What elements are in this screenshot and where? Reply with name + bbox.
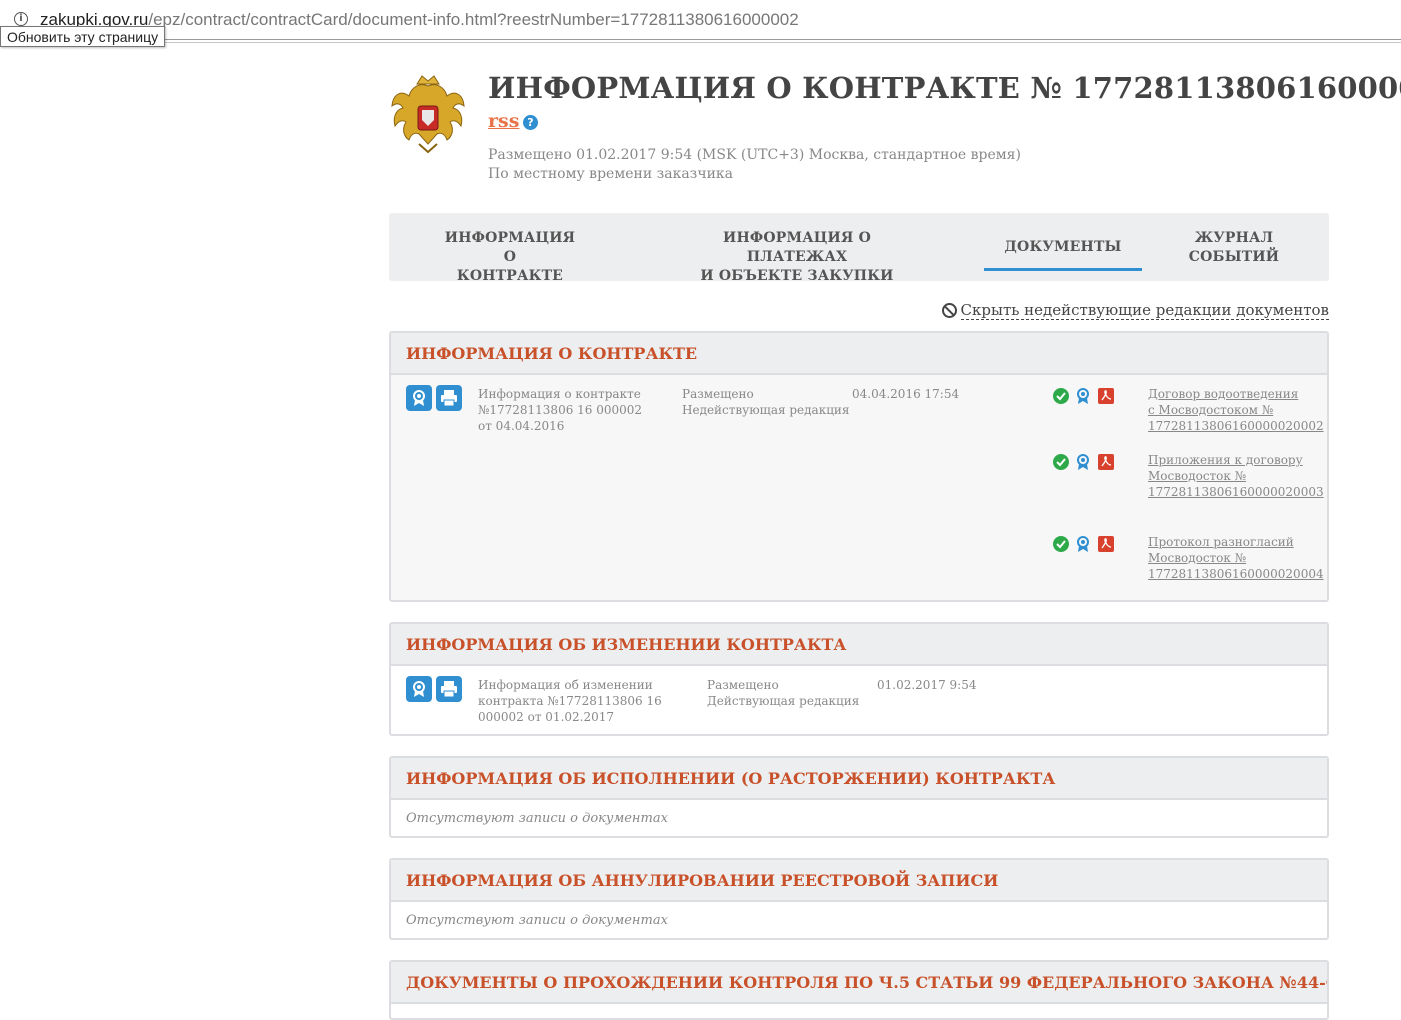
section-title: ИНФОРМАЦИЯ ОБ ИСПОЛНЕНИИ (О РАСТОРЖЕНИИ)… <box>391 758 1327 800</box>
tab-event-log[interactable]: ЖУРНАЛ СОБЫТИЙ <box>1174 229 1294 267</box>
certificate-button[interactable] <box>406 385 432 411</box>
attachment-link[interactable]: Приложения к договору Мосводосток № 1772… <box>1148 452 1324 500</box>
section-control-documents: ДОКУМЕНТЫ О ПРОХОЖДЕНИИ КОНТРОЛЯ ПО Ч.5 … <box>389 960 1329 1020</box>
chrome-divider <box>0 42 1401 43</box>
document-status: Размещено <box>707 678 779 692</box>
url-path: /epz/contract/contractCard/document-info… <box>148 10 799 29</box>
hide-inactive-label: Скрыть недействующие редакции документов <box>960 301 1329 320</box>
hide-inactive-link[interactable]: Скрыть недействующие редакции документов <box>941 300 1329 320</box>
address-bar[interactable]: i zakupki.gov.ru/epz/contract/contractCa… <box>0 0 1401 43</box>
section-contract-execution: ИНФОРМАЦИЯ ОБ ИСПОЛНЕНИИ (О РАСТОРЖЕНИИ)… <box>389 756 1329 838</box>
document-edition: Действующая редакция <box>707 694 860 708</box>
rss-link[interactable]: rss <box>488 108 519 134</box>
tab-label-line: ИНФОРМАЦИЯ О <box>444 230 576 265</box>
document-name: Информация о контракте №17728113806 16 0… <box>478 387 643 433</box>
section-contract-info: ИНФОРМАЦИЯ О КОНТРАКТЕ Информация о конт… <box>389 331 1329 602</box>
document-date: 04.04.2016 17:54 <box>852 387 960 401</box>
tab-label-line: КОНТРАКТЕ <box>456 268 564 284</box>
section-title: ИНФОРМАЦИЯ О КОНТРАКТЕ <box>391 333 1327 375</box>
tab-bar: ИНФОРМАЦИЯ О КОНТРАКТЕ ИНФОРМАЦИЯ О ПЛАТ… <box>389 213 1329 284</box>
tab-label-line: И ОБЪЕКТЕ ЗАКУПКИ <box>700 268 894 284</box>
empty-message: Отсутствуют записи о документах <box>406 913 668 928</box>
active-tab-indicator <box>984 268 1142 271</box>
print-button[interactable] <box>436 676 462 702</box>
section-title: ИНФОРМАЦИЯ ОБ ИЗМЕНЕНИИ КОНТРАКТА <box>391 624 1327 666</box>
info-icon[interactable]: i <box>14 12 28 26</box>
pdf-icon[interactable] <box>1097 387 1115 405</box>
document-name: Информация об изменении контракта №17728… <box>478 678 662 724</box>
certificate-icon <box>413 681 425 697</box>
check-icon <box>1053 388 1069 404</box>
tab-payments[interactable]: ИНФОРМАЦИЯ О ПЛАТЕЖАХ И ОБЪЕКТЕ ЗАКУПКИ <box>682 229 912 286</box>
print-icon <box>441 681 457 698</box>
pdf-icon[interactable] <box>1097 453 1115 471</box>
empty-message: Отсутствуют записи о документах <box>406 811 668 826</box>
help-icon[interactable]: ? <box>523 115 538 130</box>
tab-label-line: ЖУРНАЛ <box>1194 230 1274 246</box>
local-time-note: По местному времени заказчика <box>488 166 733 182</box>
tab-label-line: СОБЫТИЙ <box>1188 249 1280 265</box>
signature-icon[interactable] <box>1074 453 1092 471</box>
certificate-button[interactable] <box>406 676 432 702</box>
section-record-cancellation: ИНФОРМАЦИЯ ОБ АННУЛИРОВАНИИ РЕЕСТРОВОЙ З… <box>389 858 1329 940</box>
reload-tooltip: Обновить эту страницу <box>0 26 166 47</box>
attachment-link[interactable]: Протокол разногласий Мосводосток № 17728… <box>1148 534 1324 582</box>
section-title: ДОКУМЕНТЫ О ПРОХОЖДЕНИИ КОНТРОЛЯ ПО Ч.5 … <box>391 962 1327 1004</box>
emblem-icon <box>391 75 465 154</box>
posted-date: Размещено 01.02.2017 9:54 (MSK (UTC+3) М… <box>488 147 1021 163</box>
print-button[interactable] <box>436 385 462 411</box>
document-status: Размещено <box>682 387 754 401</box>
tab-label-line: ДОКУМЕНТЫ <box>1004 239 1122 255</box>
signature-icon[interactable] <box>1074 387 1092 405</box>
tab-documents[interactable]: ДОКУМЕНТЫ <box>984 238 1142 257</box>
section-contract-changes: ИНФОРМАЦИЯ ОБ ИЗМЕНЕНИИ КОНТРАКТА Информ… <box>389 622 1329 736</box>
document-edition: Недействующая редакция <box>682 403 850 417</box>
pdf-icon[interactable] <box>1097 535 1115 553</box>
signature-icon[interactable] <box>1074 535 1092 553</box>
check-icon <box>1053 536 1069 552</box>
page-title: ИНФОРМАЦИЯ О КОНТРАКТЕ № 177281138061600… <box>488 71 1401 105</box>
check-icon <box>1053 454 1069 470</box>
ban-icon <box>941 303 957 318</box>
tab-contract-info[interactable]: ИНФОРМАЦИЯ О КОНТРАКТЕ <box>439 229 581 286</box>
section-title: ИНФОРМАЦИЯ ОБ АННУЛИРОВАНИИ РЕЕСТРОВОЙ З… <box>391 860 1327 902</box>
print-icon <box>441 390 457 407</box>
tab-label-line: ИНФОРМАЦИЯ О ПЛАТЕЖАХ <box>723 230 871 265</box>
certificate-icon <box>413 390 425 406</box>
attachment-link[interactable]: Договор водоотведения с Мосводостоком № … <box>1148 386 1324 434</box>
document-date: 01.02.2017 9:54 <box>877 678 977 692</box>
